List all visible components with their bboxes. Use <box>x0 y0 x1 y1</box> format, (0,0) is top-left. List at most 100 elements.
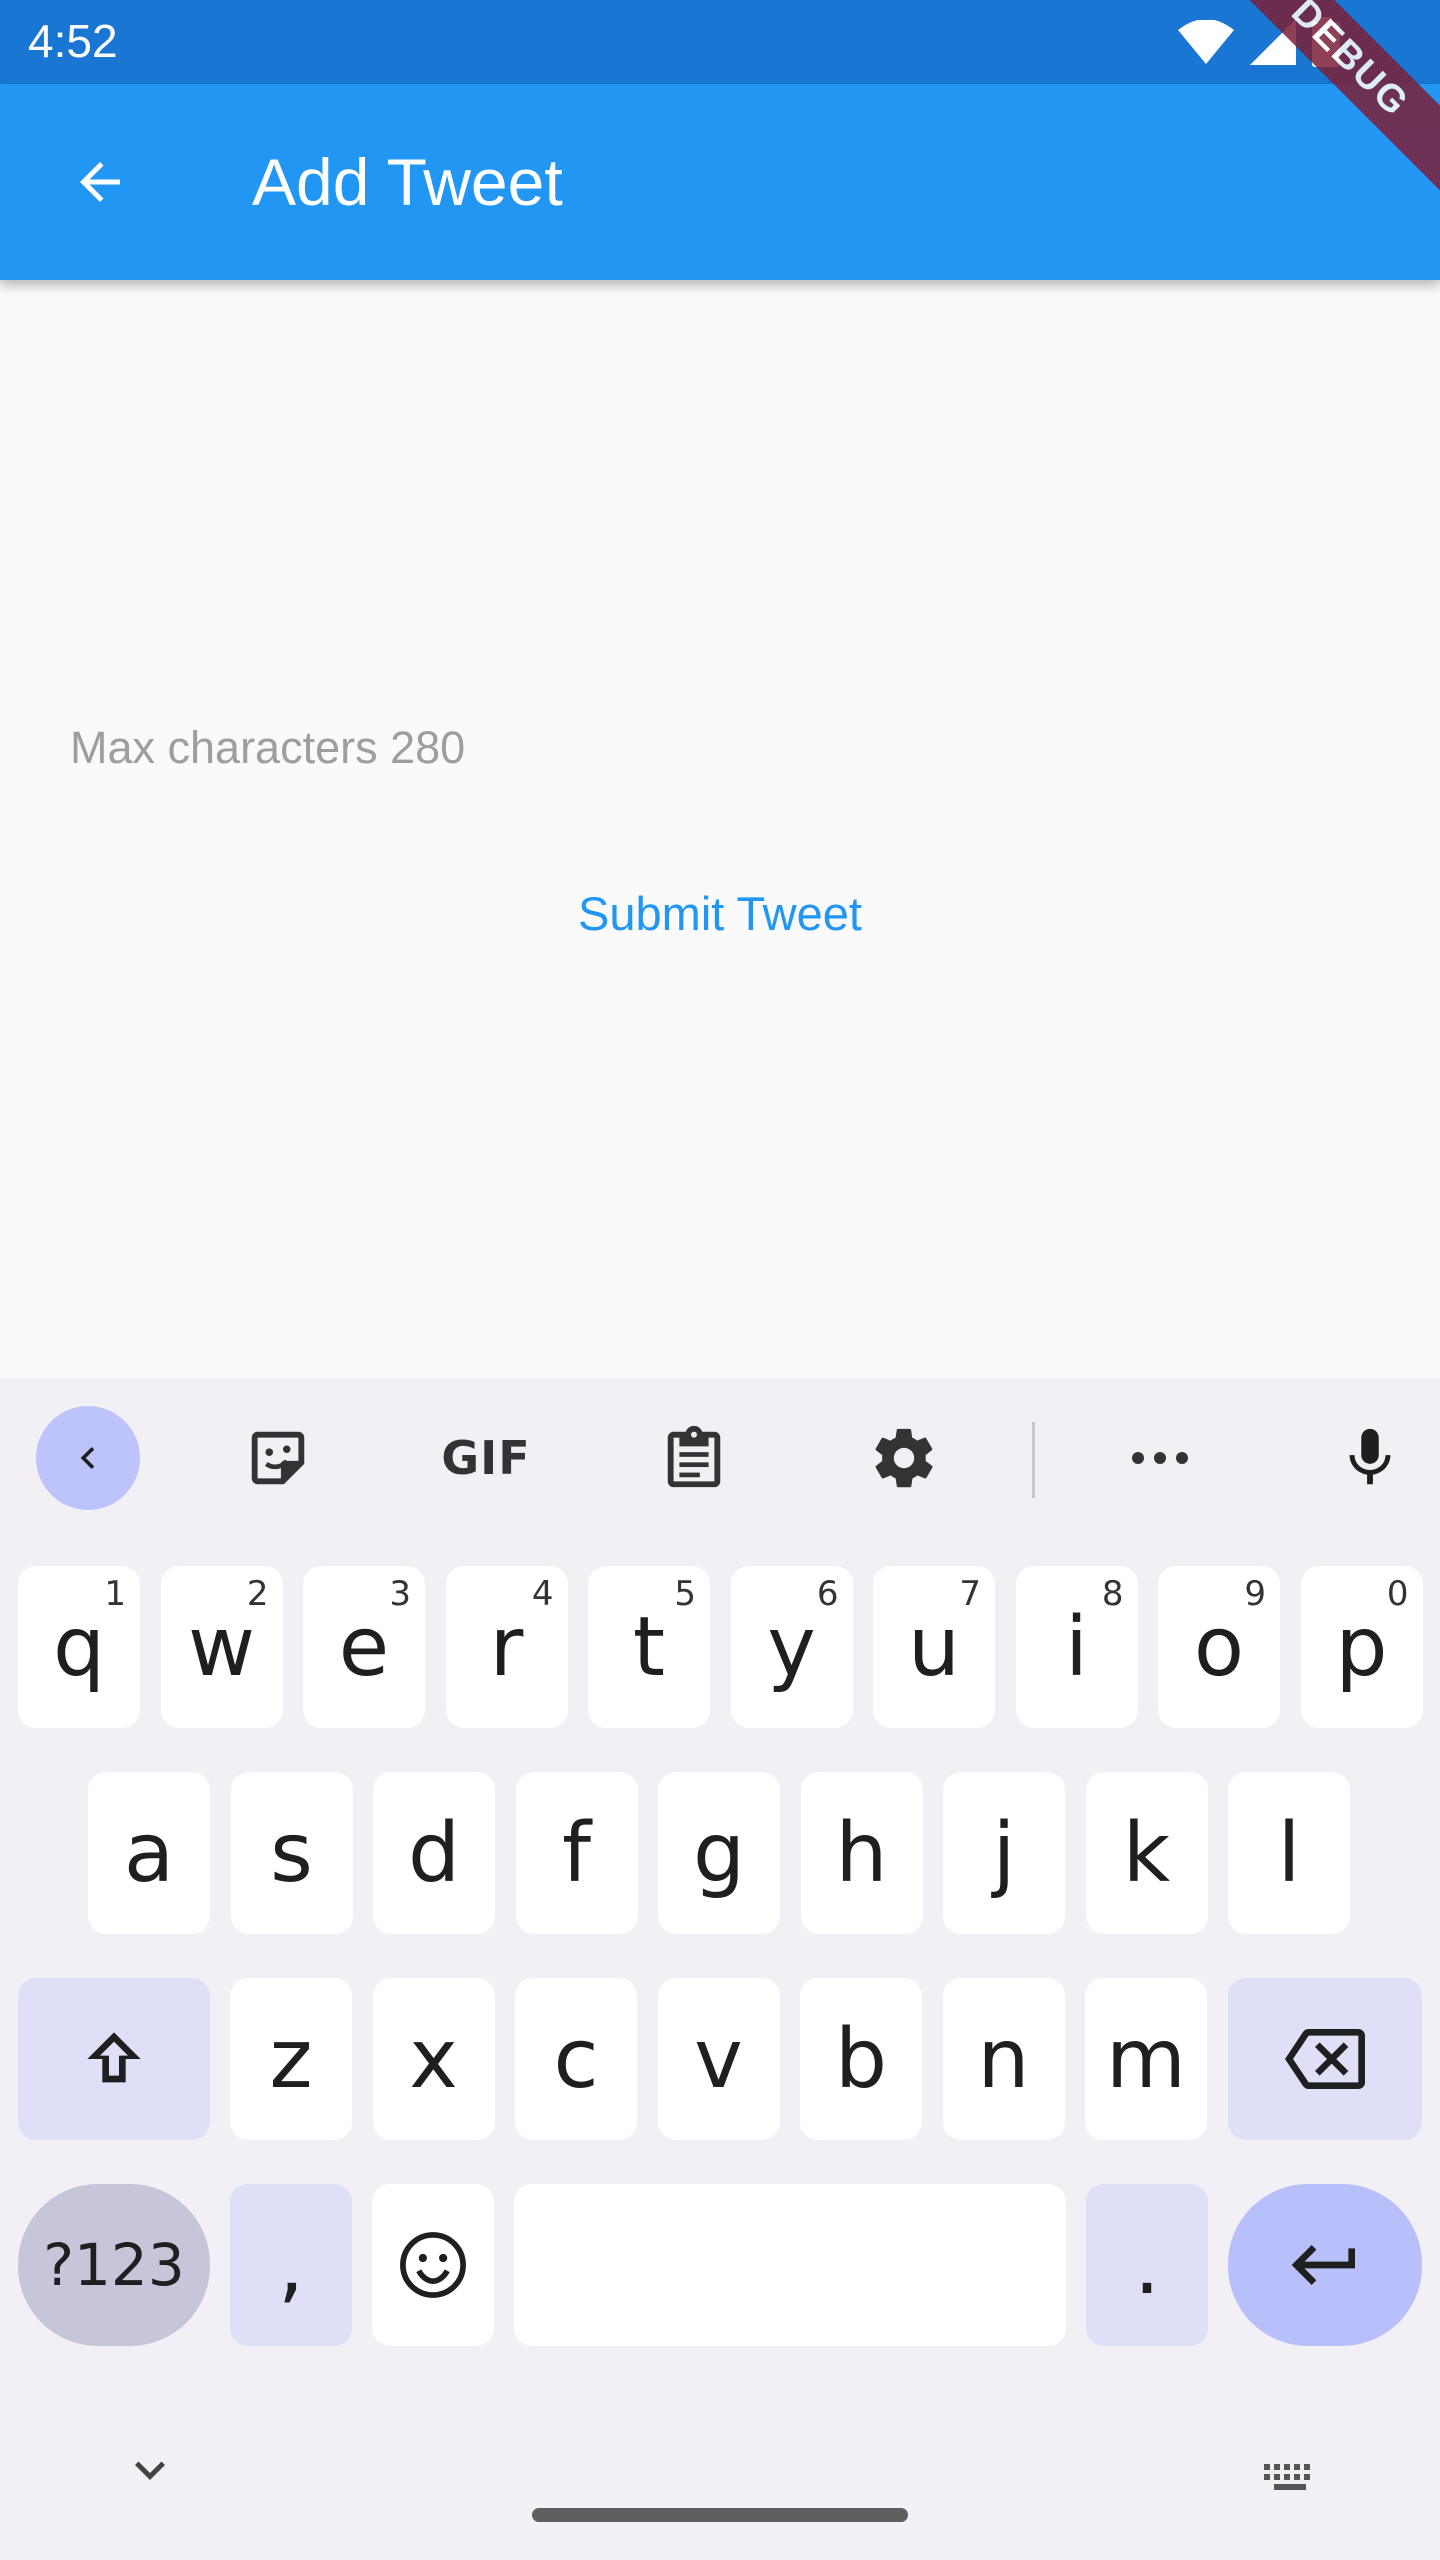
shift-icon <box>87 2032 141 2083</box>
key-label: g <box>692 1805 746 1901</box>
key-label: j <box>992 1805 1016 1901</box>
key-k[interactable]: k <box>1085 1772 1208 1934</box>
page-title: Add Tweet <box>252 145 563 219</box>
submit-tweet-button[interactable]: Submit Tweet <box>0 886 1440 941</box>
key-label: f <box>562 1805 591 1901</box>
keyboard-toolbar: GIF <box>0 1378 1440 1538</box>
tweet-input-hint[interactable]: Max characters 280 <box>70 722 465 774</box>
key-v[interactable]: v <box>657 1978 780 2140</box>
status-time: 4:52 <box>28 15 118 67</box>
status-bar: 4:52 <box>0 0 1440 84</box>
key-hint-number: 1 <box>104 1574 126 1614</box>
gear-icon <box>875 1428 933 1488</box>
comma-key[interactable]: , <box>230 2184 352 2346</box>
key-label: z <box>269 2011 313 2107</box>
key-w[interactable]: w2 <box>160 1566 283 1728</box>
wifi-icon <box>1178 20 1234 64</box>
key-hint-number: 7 <box>959 1574 981 1614</box>
sticker-icon <box>251 1431 305 1485</box>
key-t[interactable]: t5 <box>588 1566 710 1728</box>
key-label: k <box>1122 1805 1171 1901</box>
key-label: s <box>270 1805 313 1901</box>
key-j[interactable]: j <box>943 1772 1065 1934</box>
home-indicator[interactable] <box>532 2508 908 2522</box>
back-button[interactable] <box>48 130 152 234</box>
key-label: h <box>835 1805 888 1901</box>
key-hint-number: 8 <box>1101 1574 1124 1614</box>
voice-input-button[interactable] <box>1318 1406 1422 1510</box>
backspace-icon <box>1285 2029 1365 2089</box>
chevron-left-icon <box>80 1447 95 1469</box>
arrow-back-icon <box>80 162 120 202</box>
key-n[interactable]: n <box>942 1978 1065 2140</box>
key-hint-number: 6 <box>816 1574 839 1614</box>
key-y[interactable]: y6 <box>730 1566 853 1728</box>
key-label: u <box>908 1599 960 1695</box>
enter-icon <box>1291 2245 1355 2285</box>
key-a[interactable]: a <box>88 1772 210 1934</box>
key-label: t <box>632 1599 666 1695</box>
toolbar-divider <box>1032 1422 1035 1498</box>
clipboard-button[interactable] <box>642 1406 746 1510</box>
key-c[interactable]: c <box>515 1978 637 2140</box>
key-d[interactable]: d <box>373 1772 495 1934</box>
key-z[interactable]: z <box>230 1978 352 2140</box>
symbols-label: ?123 <box>43 2231 185 2299</box>
comma-label: , <box>277 2217 305 2313</box>
key-hint-number: 2 <box>246 1574 269 1614</box>
key-label: i <box>1065 1599 1088 1695</box>
key-x[interactable]: x <box>372 1978 495 2140</box>
key-f[interactable]: f <box>515 1772 638 1934</box>
key-h[interactable]: h <box>800 1772 923 1934</box>
settings-button[interactable] <box>852 1406 956 1510</box>
backspace-key[interactable] <box>1228 1978 1422 2140</box>
period-label: . <box>1133 2217 1161 2313</box>
key-label: b <box>834 2011 888 2107</box>
key-label: p <box>1335 1599 1388 1695</box>
chevron-down-icon <box>135 2461 165 2480</box>
key-label: a <box>123 1805 175 1901</box>
key-o[interactable]: o9 <box>1158 1566 1280 1728</box>
key-b[interactable]: b <box>800 1978 922 2140</box>
gif-button[interactable]: GIF <box>434 1406 538 1510</box>
period-key[interactable]: . <box>1086 2184 1208 2346</box>
key-e[interactable]: e3 <box>303 1566 425 1728</box>
key-u[interactable]: u7 <box>873 1566 995 1728</box>
keyboard-icon <box>1264 2464 1310 2490</box>
key-g[interactable]: g <box>658 1772 780 1934</box>
hide-keyboard-button[interactable] <box>120 2440 180 2505</box>
key-label: n <box>977 2011 1030 2107</box>
toolbar-back-button[interactable] <box>36 1406 140 1510</box>
key-hint-number: 5 <box>674 1574 696 1614</box>
key-hint-number: 4 <box>531 1574 554 1614</box>
key-i[interactable]: i8 <box>1015 1566 1138 1728</box>
submit-tweet-label: Submit Tweet <box>578 887 862 940</box>
emoji-icon <box>400 2232 466 2298</box>
key-label: d <box>407 1805 461 1901</box>
key-r[interactable]: r4 <box>445 1566 568 1728</box>
sticker-button[interactable] <box>226 1406 330 1510</box>
shift-key[interactable] <box>18 1978 210 2140</box>
symbols-key[interactable]: ?123 <box>18 2184 210 2346</box>
key-label: e <box>338 1599 390 1695</box>
key-hint-number: 0 <box>1386 1574 1409 1614</box>
key-label: c <box>553 2011 599 2107</box>
clipboard-icon <box>667 1425 721 1488</box>
key-l[interactable]: l <box>1228 1772 1350 1934</box>
enter-key[interactable] <box>1228 2184 1422 2346</box>
key-q[interactable]: q1 <box>18 1566 140 1728</box>
emoji-key[interactable] <box>372 2184 494 2346</box>
soft-keyboard: GIF q1w2e3r4t5y6u7i8o9p0 asdfghjkl zxcvb… <box>0 1378 1440 2560</box>
key-hint-number: 3 <box>389 1574 411 1614</box>
key-s[interactable]: s <box>230 1772 353 1934</box>
space-key[interactable] <box>514 2184 1066 2346</box>
gif-label: GIF <box>441 1431 531 1485</box>
keyboard-switch-button[interactable] <box>1260 2458 1320 2503</box>
key-label: o <box>1193 1599 1245 1695</box>
key-m[interactable]: m <box>1085 1978 1207 2140</box>
mic-icon <box>1349 1428 1391 1485</box>
key-hint-number: 9 <box>1244 1574 1266 1614</box>
app-bar: Add Tweet <box>0 84 1440 280</box>
key-p[interactable]: p0 <box>1300 1566 1423 1728</box>
more-button[interactable] <box>1108 1406 1212 1510</box>
